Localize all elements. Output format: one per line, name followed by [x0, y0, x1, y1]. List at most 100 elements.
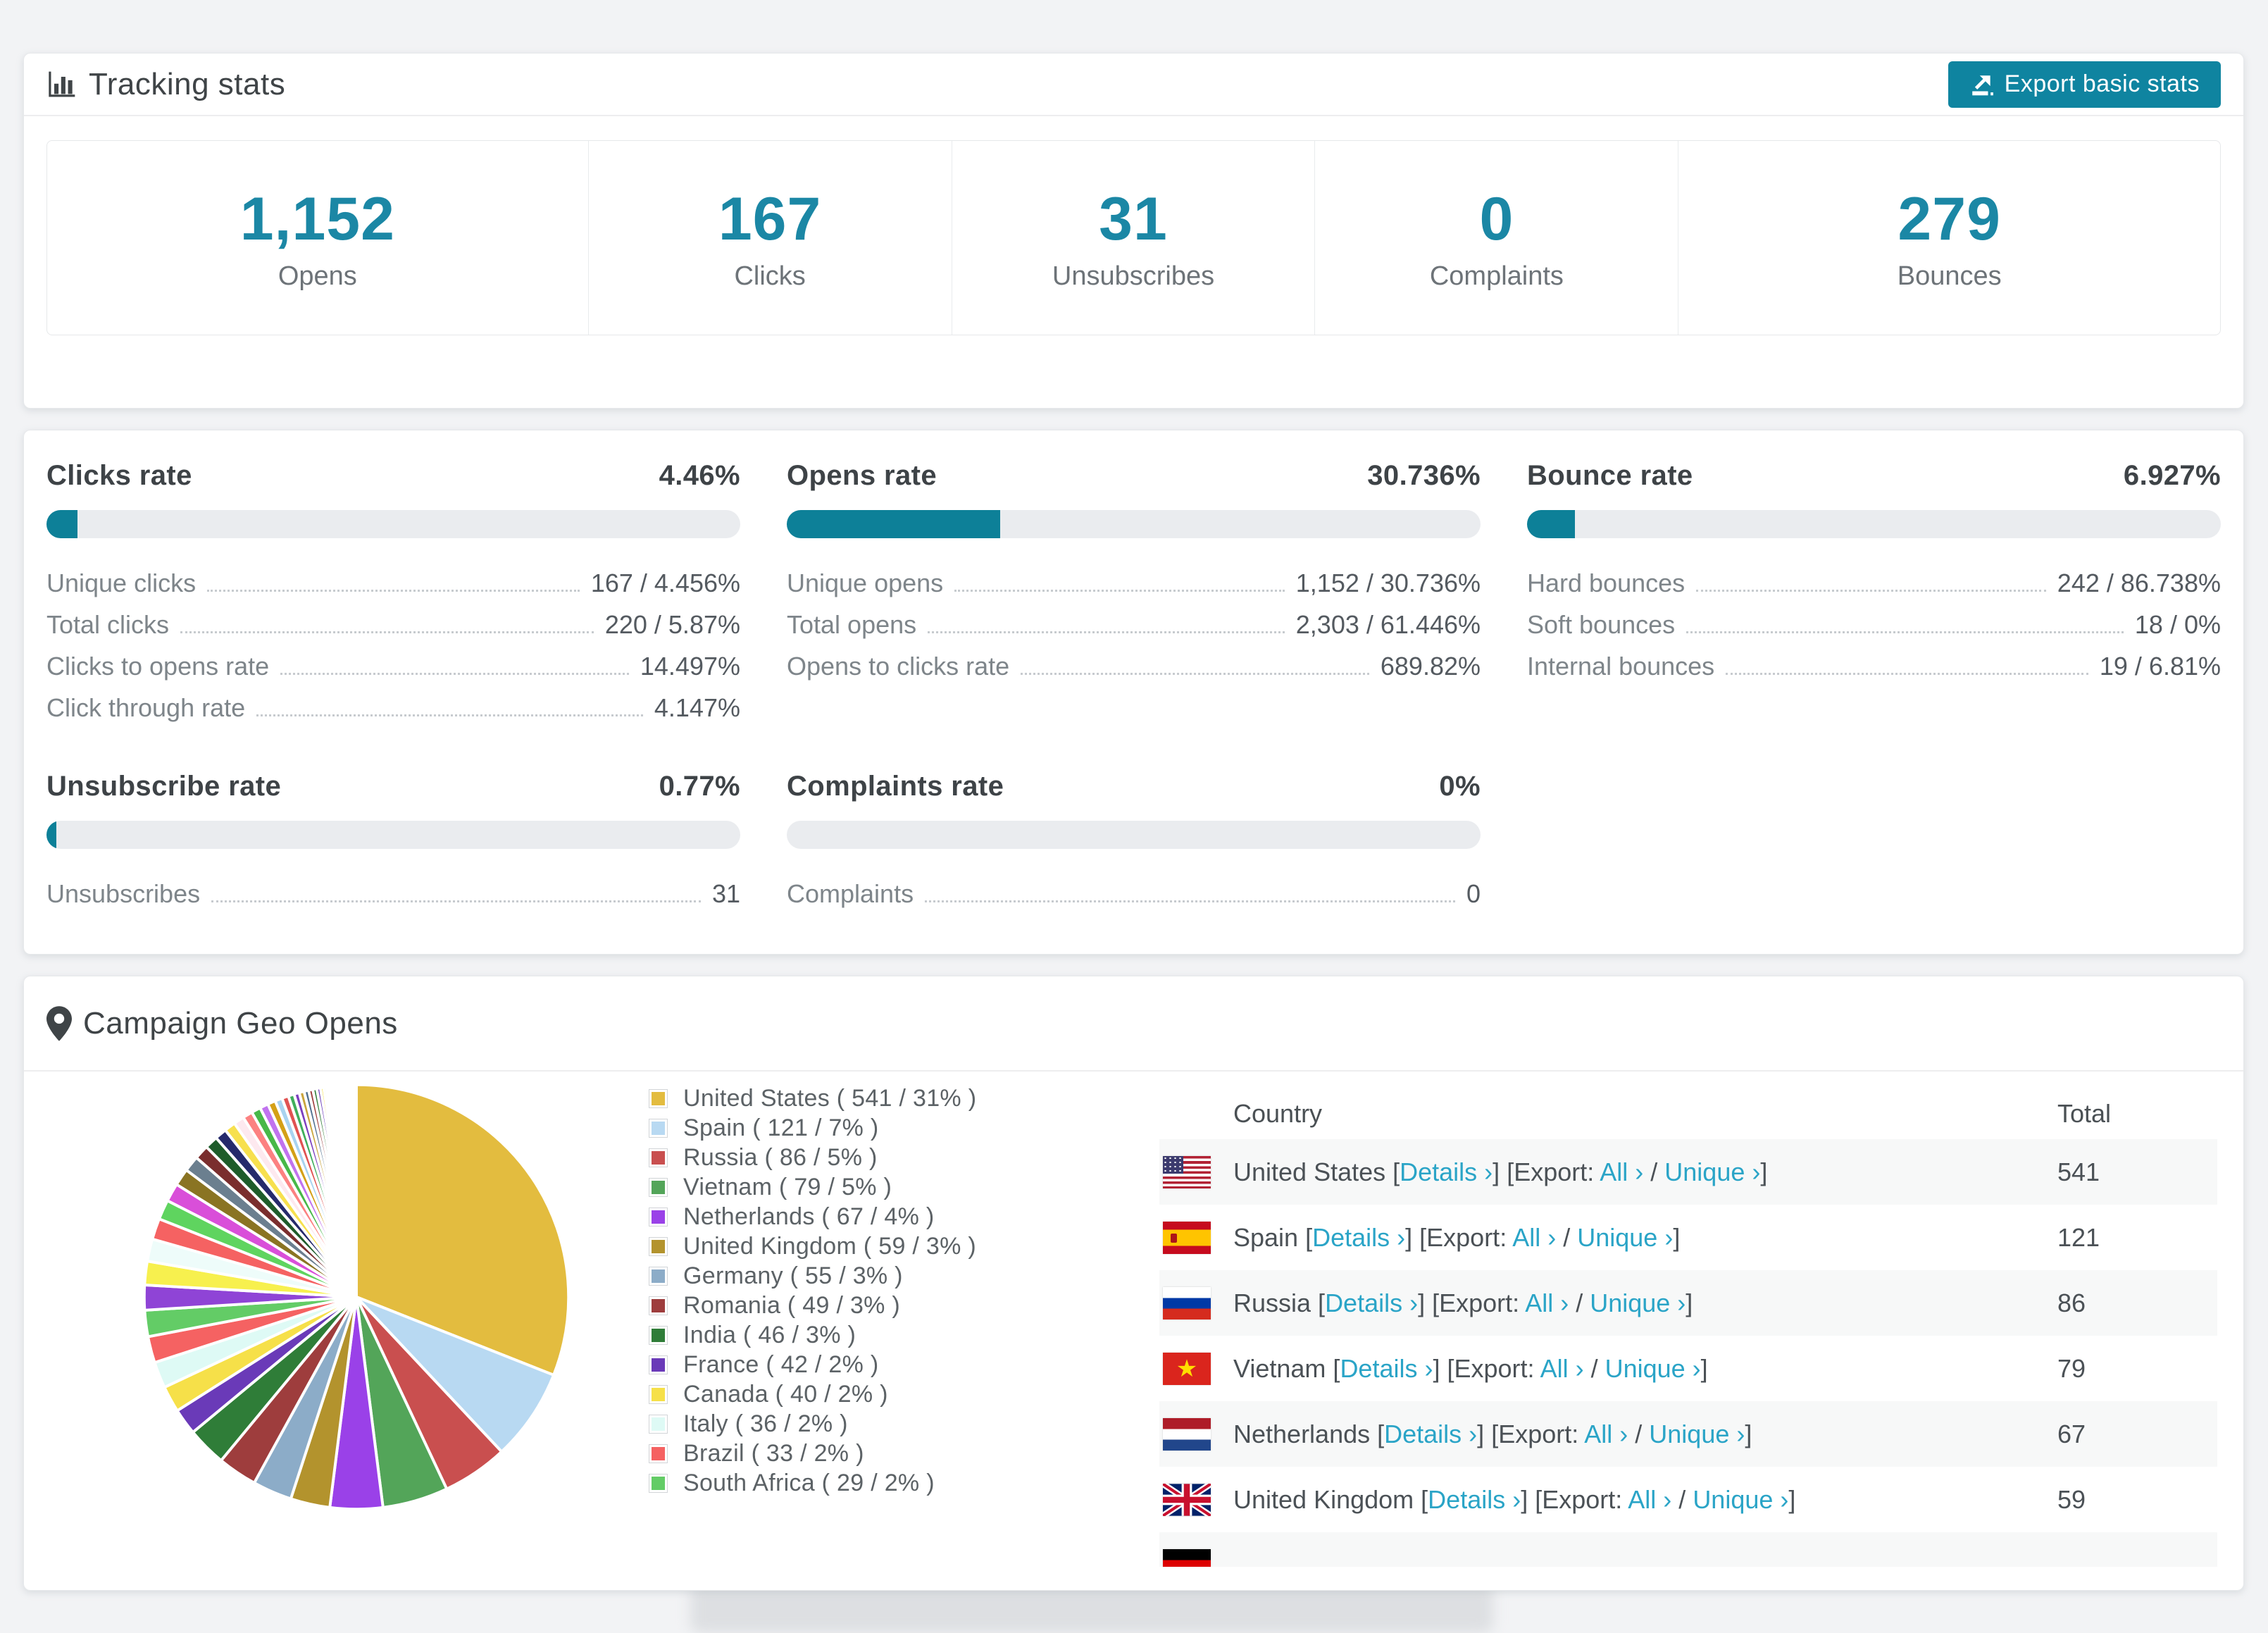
rate-row-label: Internal bounces: [1527, 651, 1715, 681]
stat-value: 31: [1099, 185, 1168, 253]
rate-row: Internal bounces 19 / 6.81%: [1527, 645, 2221, 687]
rate-header: Complaints rate 0%: [787, 771, 1481, 802]
export-unique-link[interactable]: Unique ›: [1577, 1223, 1673, 1252]
details-link[interactable]: Details ›: [1325, 1289, 1418, 1317]
table-row: Spain [Details ›] [Export: All › / Uniqu…: [1159, 1205, 2217, 1270]
legend-label: Romania ( 49 / 3% ): [683, 1291, 901, 1319]
legend-label: Spain ( 121 / 7% ): [683, 1114, 879, 1141]
map-pin-icon: [46, 1005, 72, 1041]
total-column-header: Total: [2057, 1098, 2112, 1128]
tracking-stats-header: Tracking stats Export basic stats: [24, 54, 2243, 116]
stat-value: 279: [1898, 185, 2001, 253]
rate-row: Hard bounces 242 / 86.738%: [1527, 562, 2221, 604]
rate-panel: Unsubscribe rate 0.77% Unsubscribes 31: [46, 771, 740, 914]
progress-bar: [46, 821, 740, 849]
legend-label: Canada ( 40 / 2% ): [683, 1380, 888, 1408]
rate-row-value: 2,303 / 61.446%: [1295, 609, 1481, 639]
details-link[interactable]: Details ›: [1428, 1485, 1521, 1514]
progress-bar-fill: [787, 510, 1000, 538]
rate-panel: Opens rate 30.736% Unique opens 1,152 / …: [787, 460, 1481, 728]
export-basic-stats-button[interactable]: Export basic stats: [1948, 61, 2221, 108]
rate-row-label: Total opens: [787, 609, 917, 639]
export-all-link[interactable]: All ›: [1512, 1223, 1556, 1252]
dotted-leader: [1686, 631, 2124, 633]
rate-row: Total opens 2,303 / 61.446%: [787, 604, 1481, 645]
rate-header: Opens rate 30.736%: [787, 460, 1481, 492]
export-unique-link[interactable]: Unique ›: [1664, 1157, 1760, 1186]
legend-swatch: [649, 1207, 668, 1227]
legend-item: Spain ( 121 / 7% ): [649, 1113, 976, 1143]
export-icon: [1971, 75, 1993, 95]
progress-bar-fill: [46, 510, 77, 538]
stat-box: 279 Bounces: [1678, 141, 2220, 335]
country-flag: [1163, 1548, 1211, 1567]
geo-table-body: United States [Details ›] [Export: All ›…: [1159, 1139, 2217, 1567]
legend-item: India ( 46 / 3% ): [649, 1320, 976, 1350]
legend-swatch: [649, 1118, 668, 1138]
legend-swatch: [649, 1384, 668, 1404]
export-all-link[interactable]: All ›: [1540, 1354, 1584, 1383]
rate-row: Unique clicks 167 / 4.456%: [46, 562, 740, 604]
legend-swatch: [649, 1296, 668, 1315]
details-link[interactable]: Details ›: [1312, 1223, 1405, 1252]
export-unique-link[interactable]: Unique ›: [1605, 1354, 1701, 1383]
campaign-geo-opens-header: Campaign Geo Opens: [24, 976, 2243, 1072]
legend-label: Italy ( 36 / 2% ): [683, 1410, 848, 1437]
dotted-leader: [1726, 673, 2088, 675]
export-all-link[interactable]: All ›: [1628, 1485, 1671, 1514]
country-name: United Kingdom: [1233, 1484, 1414, 1514]
stat-value: 167: [718, 185, 822, 253]
stat-label: Complaints: [1429, 261, 1564, 291]
rate-row: Clicks to opens rate 14.497%: [46, 645, 740, 687]
rate-header: Clicks rate 4.46%: [46, 460, 740, 492]
flag-cell: ★: [1159, 1352, 1233, 1385]
legend-swatch: [649, 1355, 668, 1374]
legend-swatch: [649, 1325, 668, 1345]
legend-swatch: [649, 1443, 668, 1463]
details-link[interactable]: Details ›: [1400, 1157, 1493, 1186]
country-column-header: Country: [1233, 1098, 1323, 1128]
dotted-leader: [1696, 590, 2046, 592]
flag-cell: [1159, 1286, 1233, 1320]
export-all-link[interactable]: All ›: [1600, 1157, 1643, 1186]
country-total: 79: [2057, 1353, 2086, 1383]
export-unique-link[interactable]: Unique ›: [1649, 1420, 1745, 1448]
export-unique-link[interactable]: Unique ›: [1693, 1485, 1788, 1514]
country-name: Vietnam: [1233, 1353, 1326, 1383]
country-cell: United Kingdom [Details ›] [Export: All …: [1233, 1484, 1796, 1514]
rate-row-value: 19 / 6.81%: [2099, 651, 2221, 681]
tracking-stats-title: Tracking stats: [89, 66, 286, 101]
country-flag: [1163, 1483, 1211, 1516]
dotted-leader: [928, 631, 1285, 633]
details-link[interactable]: Details ›: [1340, 1354, 1433, 1383]
export-all-link[interactable]: All ›: [1584, 1420, 1628, 1448]
export-unique-link[interactable]: Unique ›: [1590, 1289, 1686, 1317]
geo-table-header: Country Total: [1159, 1088, 2217, 1139]
dotted-leader: [954, 590, 1285, 592]
legend-item: Russia ( 86 / 5% ): [649, 1143, 976, 1172]
stats-summary: 1,152 Opens 167 Clicks 31 Unsubscribes 0…: [46, 140, 2221, 335]
legend-label: Russia ( 86 / 5% ): [683, 1143, 878, 1171]
rate-rows: Unsubscribes 31: [46, 873, 740, 914]
export-all-link[interactable]: All ›: [1525, 1289, 1569, 1317]
rate-title: Opens rate: [787, 460, 937, 491]
rate-rows: Unique opens 1,152 / 30.736% Total opens…: [787, 562, 1481, 687]
stat-box: 1,152 Opens: [47, 141, 589, 335]
country-total: 121: [2057, 1222, 2100, 1252]
rate-row-value: 31: [711, 878, 740, 908]
tracking-stats-title-group: Tracking stats: [46, 67, 285, 102]
rate-header: Bounce rate 6.927%: [1527, 460, 2221, 492]
flag-cell: [1159, 1548, 1233, 1567]
dotted-leader: [1021, 673, 1369, 675]
rate-title: Clicks rate: [46, 460, 192, 491]
details-link[interactable]: Details ›: [1384, 1420, 1477, 1448]
dotted-leader: [180, 631, 594, 633]
progress-bar: [787, 510, 1481, 538]
campaign-geo-opens-title: Campaign Geo Opens: [83, 1005, 398, 1041]
table-row: United States [Details ›] [Export: All ›…: [1159, 1139, 2217, 1205]
rate-value: 0.77%: [659, 771, 740, 802]
geo-table: Country Total United States [Details ›] …: [1159, 1088, 2217, 1567]
dotted-leader: [925, 900, 1455, 902]
country-flag: [1163, 1155, 1211, 1188]
rate-row: Total clicks 220 / 5.87%: [46, 604, 740, 645]
